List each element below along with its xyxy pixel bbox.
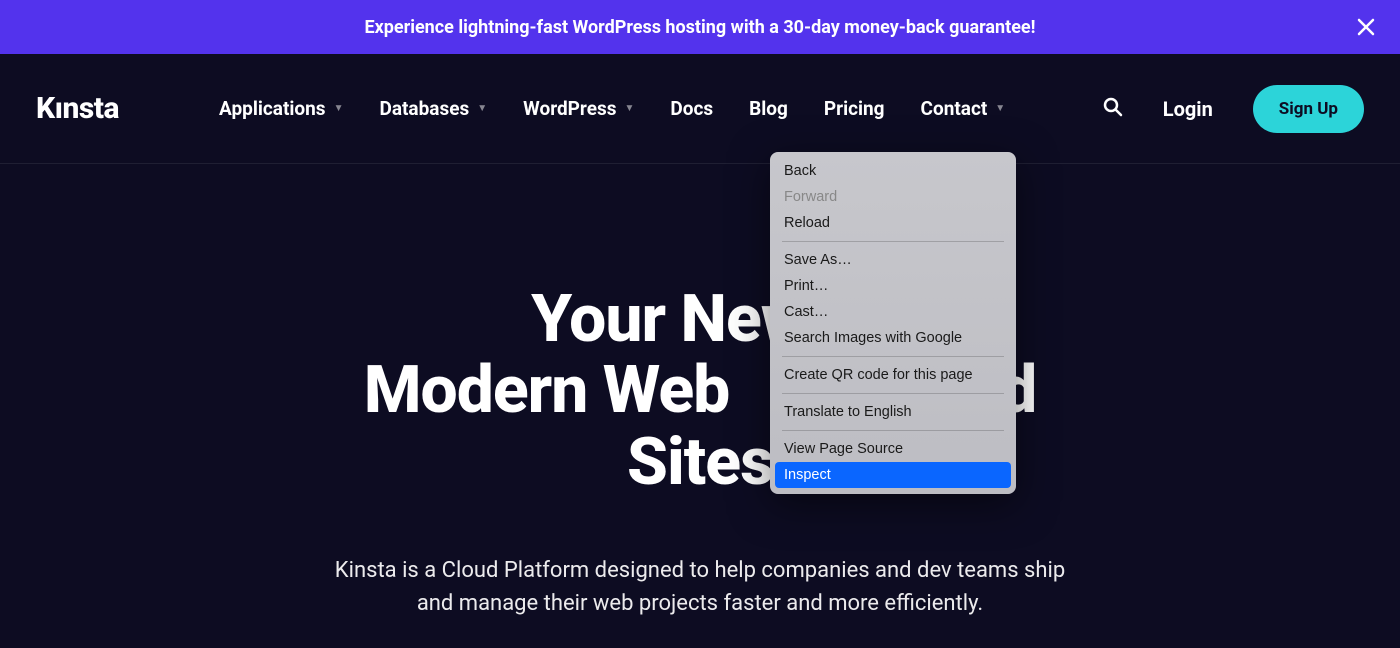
- nav-label: Databases: [379, 97, 469, 120]
- nav-label: Docs: [670, 97, 713, 120]
- promo-banner: Experience lightning-fast WordPress host…: [0, 0, 1400, 54]
- logo[interactable]: Kınsta: [36, 91, 119, 126]
- context-menu-save-as[interactable]: Save As…: [770, 247, 1016, 273]
- context-menu-separator: [782, 241, 1004, 242]
- nav-right: Login Sign Up: [1103, 85, 1364, 133]
- chevron-down-icon: ▼: [477, 103, 487, 114]
- nav-links: Applications ▼ Databases ▼ WordPress ▼ D…: [219, 97, 1005, 120]
- main-nav: Kınsta Applications ▼ Databases ▼ WordPr…: [0, 54, 1400, 164]
- nav-contact[interactable]: Contact ▼: [921, 97, 1006, 120]
- context-menu-reload[interactable]: Reload: [770, 210, 1016, 236]
- close-icon: [1356, 17, 1376, 37]
- hero-section: Your New H Modern Web d Sites Kinsta is …: [0, 164, 1400, 620]
- context-menu-print[interactable]: Print…: [770, 273, 1016, 299]
- nav-docs[interactable]: Docs: [670, 97, 713, 120]
- context-menu-forward: Forward: [770, 184, 1016, 210]
- chevron-down-icon: ▼: [995, 103, 1005, 114]
- context-menu-create-qr[interactable]: Create QR code for this page: [770, 362, 1016, 388]
- context-menu-search-images[interactable]: Search Images with Google: [770, 325, 1016, 351]
- context-menu-view-source[interactable]: View Page Source: [770, 436, 1016, 462]
- nav-databases[interactable]: Databases ▼: [379, 97, 487, 120]
- login-button[interactable]: Login: [1163, 97, 1213, 121]
- nav-label: Applications: [219, 97, 326, 120]
- context-menu-inspect[interactable]: Inspect: [775, 462, 1011, 488]
- nav-wordpress[interactable]: WordPress ▼: [523, 97, 634, 120]
- context-menu: Back Forward Reload Save As… Print… Cast…: [770, 152, 1016, 494]
- search-button[interactable]: [1103, 97, 1123, 121]
- nav-blog[interactable]: Blog: [749, 97, 788, 120]
- search-icon: [1103, 97, 1123, 117]
- nav-label: Pricing: [824, 97, 885, 120]
- banner-close-button[interactable]: [1356, 17, 1376, 37]
- context-menu-cast[interactable]: Cast…: [770, 299, 1016, 325]
- hero-title-line3: Sites: [627, 424, 773, 501]
- nav-label: WordPress: [523, 97, 616, 120]
- nav-label: Contact: [921, 97, 988, 120]
- context-menu-separator: [782, 430, 1004, 431]
- chevron-down-icon: ▼: [334, 103, 344, 114]
- context-menu-translate[interactable]: Translate to English: [770, 399, 1016, 425]
- hero-subtitle: Kinsta is a Cloud Platform designed to h…: [320, 554, 1080, 620]
- hero-title-line2: Modern Web: [364, 352, 730, 429]
- chevron-down-icon: ▼: [625, 103, 635, 114]
- signup-button[interactable]: Sign Up: [1253, 85, 1364, 133]
- nav-label: Blog: [749, 97, 788, 120]
- context-menu-separator: [782, 356, 1004, 357]
- context-menu-separator: [782, 393, 1004, 394]
- banner-text: Experience lightning-fast WordPress host…: [364, 17, 1035, 38]
- context-menu-back[interactable]: Back: [770, 158, 1016, 184]
- nav-pricing[interactable]: Pricing: [824, 97, 885, 120]
- nav-applications[interactable]: Applications ▼: [219, 97, 343, 120]
